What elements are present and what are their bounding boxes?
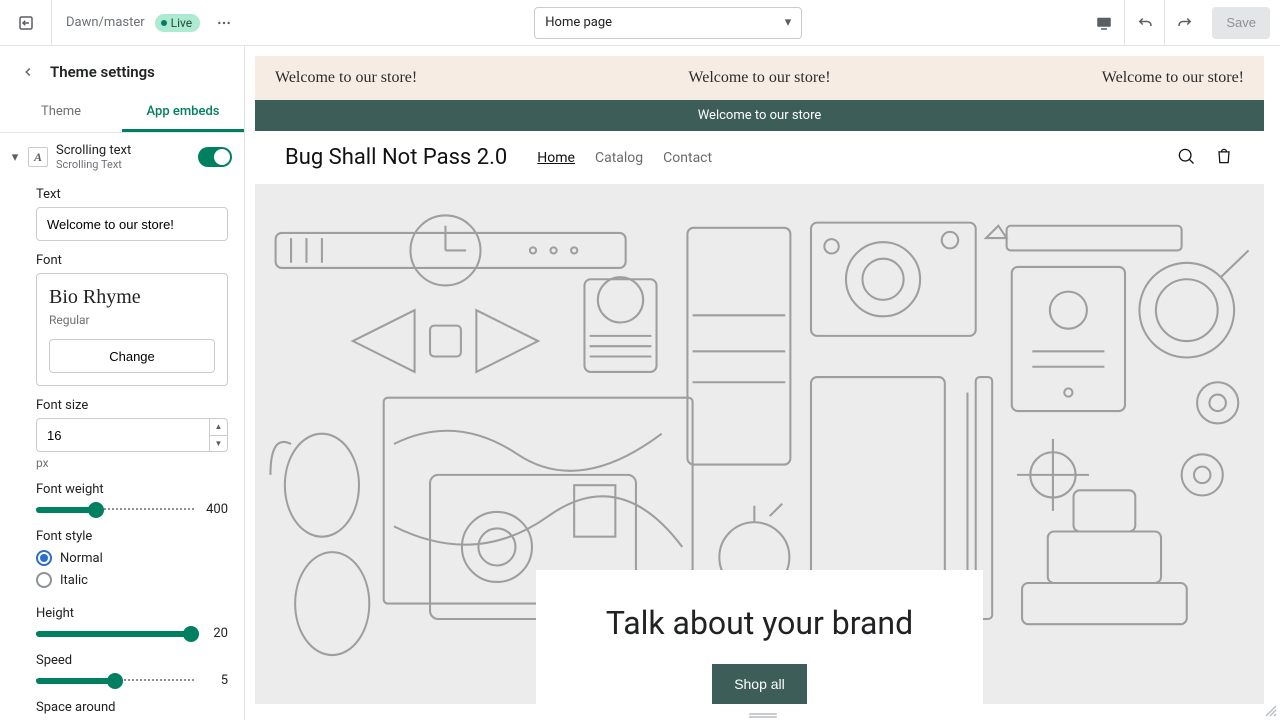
radio-icon (36, 550, 52, 566)
font-name: Bio Rhyme (49, 286, 215, 309)
corner-resize-handle[interactable] (1264, 704, 1278, 718)
store-title: Bug Shall Not Pass 2.0 (285, 145, 507, 170)
height-slider[interactable] (36, 632, 194, 636)
nav-catalog[interactable]: Catalog (595, 150, 643, 166)
text-input[interactable] (36, 207, 228, 241)
desktop-preview-button[interactable] (1084, 0, 1124, 46)
scrolling-text-bar: Welcome to our store! Welcome to our sto… (255, 56, 1264, 100)
page-selector-label: Home page (545, 15, 612, 30)
font-label: Font (36, 253, 228, 268)
settings-sidebar: Theme settings Theme App embeds ▾ A Scro… (0, 46, 245, 720)
theme-name[interactable]: Dawn/master (66, 15, 145, 30)
search-icon[interactable] (1176, 146, 1196, 170)
speed-slider[interactable] (36, 679, 194, 683)
exit-button[interactable] (0, 0, 52, 46)
hero-card: Talk about your brand Shop all (536, 570, 983, 704)
hero-banner: Talk about your brand Shop all (255, 184, 1264, 704)
hero-cta-button[interactable]: Shop all (712, 664, 807, 704)
undo-button[interactable] (1124, 0, 1164, 46)
font-card: Bio Rhyme Regular Change (36, 273, 228, 386)
font-weight-label: Font weight (36, 482, 228, 497)
height-label: Height (36, 606, 228, 621)
back-button[interactable] (16, 60, 40, 84)
height-value: 20 (202, 626, 228, 641)
collapse-caret[interactable]: ▾ (8, 150, 22, 165)
font-style-italic[interactable]: Italic (36, 572, 228, 588)
sidebar-tabs: Theme App embeds (0, 94, 244, 133)
font-weight-slider[interactable] (36, 508, 194, 512)
space-around-label: Space around (36, 700, 228, 715)
redo-button[interactable] (1164, 0, 1204, 46)
font-style-label: Font style (36, 529, 228, 544)
app-icon: A (28, 147, 48, 167)
radio-icon (36, 572, 52, 588)
page-selector[interactable]: Home page ▾ (534, 7, 802, 39)
embed-name: Scrolling text (56, 143, 192, 158)
font-size-stepper[interactable]: ▲▼ (209, 419, 227, 451)
live-badge: Live (155, 14, 200, 32)
nav-contact[interactable]: Contact (663, 150, 712, 166)
text-label: Text (36, 187, 228, 202)
speed-value: 5 (202, 673, 228, 688)
chevron-down-icon: ▾ (785, 15, 792, 30)
embed-toggle[interactable] (198, 147, 232, 167)
embed-subtitle: Scrolling Text (56, 158, 192, 171)
font-size-label: Font size (36, 398, 228, 413)
resize-handle[interactable] (749, 712, 777, 718)
speed-label: Speed (36, 653, 228, 668)
tab-app-embeds[interactable]: App embeds (122, 94, 244, 132)
sidebar-title: Theme settings (50, 63, 155, 81)
store-header: Bug Shall Not Pass 2.0 Home Catalog Cont… (255, 131, 1264, 184)
nav-home[interactable]: Home (537, 150, 575, 166)
font-variant: Regular (49, 313, 215, 327)
font-change-button[interactable]: Change (49, 339, 215, 373)
top-bar: Dawn/master Live Home page ▾ Save (0, 0, 1280, 46)
more-actions-button[interactable] (210, 9, 238, 37)
font-weight-value: 400 (202, 502, 228, 517)
announcement-bar: Welcome to our store (255, 100, 1264, 131)
store-nav: Home Catalog Contact (537, 150, 712, 166)
font-size-input[interactable] (36, 418, 228, 452)
tab-theme[interactable]: Theme (0, 94, 122, 132)
font-size-unit: px (36, 456, 228, 470)
preview-pane: Welcome to our store! Welcome to our sto… (245, 46, 1280, 720)
breadcrumb: Dawn/master Live (52, 9, 252, 37)
hero-title: Talk about your brand (606, 604, 913, 642)
font-style-normal[interactable]: Normal (36, 550, 228, 566)
embed-row: ▾ A Scrolling text Scrolling Text (0, 133, 244, 181)
save-button[interactable]: Save (1212, 7, 1270, 39)
cart-icon[interactable] (1214, 146, 1234, 170)
